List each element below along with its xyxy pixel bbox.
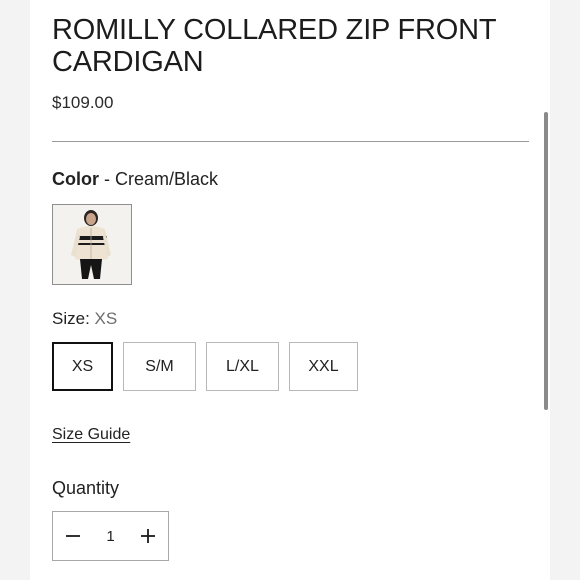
size-guide-link[interactable]: Size Guide xyxy=(52,426,130,444)
color-swatch-cream-black[interactable] xyxy=(52,204,132,285)
product-price: $109.00 xyxy=(52,93,114,112)
decrement-button[interactable] xyxy=(53,512,93,560)
plus-icon xyxy=(141,529,155,543)
quantity-value[interactable]: 1 xyxy=(93,512,128,560)
color-label: Color xyxy=(52,169,99,189)
size-option-s-m[interactable]: S/M xyxy=(123,342,196,391)
color-value: Cream/Black xyxy=(115,169,219,189)
size-option-xxl[interactable]: XXL xyxy=(289,342,358,391)
quantity-stepper: 1 xyxy=(52,511,169,561)
size-selected-value: XS xyxy=(94,309,118,328)
product-thumbnail-image xyxy=(53,205,131,284)
quantity-label: Quantity xyxy=(52,478,120,498)
minus-icon xyxy=(66,535,80,537)
product-title: ROMILLY COLLARED ZIP FRONT CARDIGAN xyxy=(52,14,496,78)
divider xyxy=(52,141,529,142)
size-option-xs[interactable]: XS xyxy=(52,342,113,391)
scrollbar[interactable] xyxy=(544,112,548,410)
size-label: Size: xyxy=(52,309,90,328)
size-row: Size: XS xyxy=(52,309,117,329)
product-panel: ROMILLY COLLARED ZIP FRONT CARDIGAN $109… xyxy=(30,0,550,580)
color-row: Color - Cream/Black xyxy=(52,169,218,190)
size-option-l-xl[interactable]: L/XL xyxy=(206,342,279,391)
increment-button[interactable] xyxy=(128,512,168,560)
color-separator: - xyxy=(99,169,115,189)
